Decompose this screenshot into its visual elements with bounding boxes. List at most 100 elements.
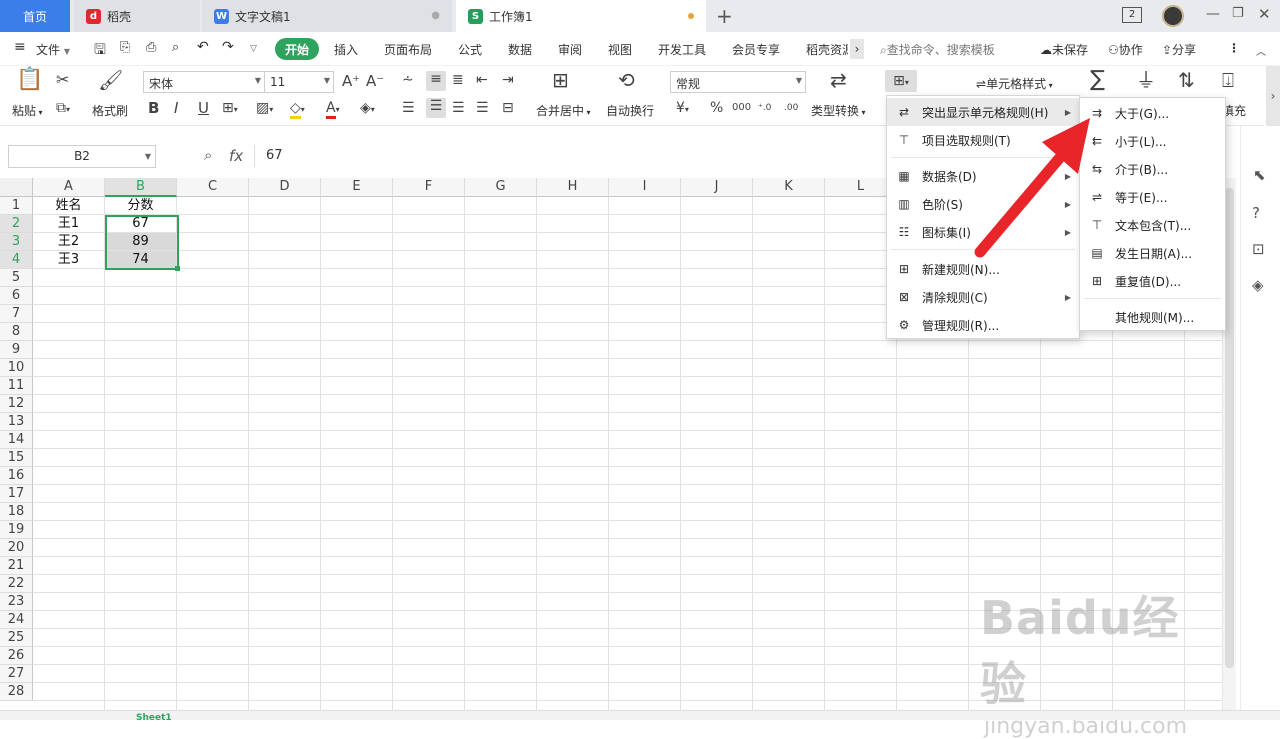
paste-icon[interactable]: 📋: [16, 69, 43, 96]
increase-font-icon[interactable]: A⁺: [342, 73, 360, 89]
new-tab-icon[interactable]: +: [716, 4, 733, 28]
font-name-select[interactable]: 宋体 ▼: [143, 71, 265, 93]
col-header-b[interactable]: B: [105, 178, 177, 197]
wrap-text-button[interactable]: 自动换行: [606, 102, 654, 119]
format-painter-button[interactable]: 格式刷: [92, 102, 128, 119]
row-header-20[interactable]: 20: [0, 539, 33, 557]
cell-a3[interactable]: 王2: [33, 233, 104, 250]
menu-clear-rules[interactable]: ⊠ 清除规则(C) ▶: [887, 283, 1079, 311]
menu-manage-rules[interactable]: ⚙ 管理规则(R)...: [887, 311, 1079, 339]
row-header-25[interactable]: 25: [0, 629, 33, 647]
row-header-26[interactable]: 26: [0, 647, 33, 665]
cut-icon[interactable]: ✂: [56, 72, 69, 88]
align-middle-icon[interactable]: ≡: [426, 71, 446, 91]
row-header-2[interactable]: 2: [0, 215, 33, 233]
menu-developer[interactable]: 开发工具: [658, 41, 706, 58]
italic-icon[interactable]: I: [174, 100, 178, 116]
bold-icon[interactable]: B: [148, 100, 159, 116]
underline-icon[interactable]: U: [198, 100, 209, 116]
row-header-5[interactable]: 5: [0, 269, 33, 287]
fx-button[interactable]: fx: [229, 147, 243, 165]
row-header-27[interactable]: 27: [0, 665, 33, 683]
row-header-21[interactable]: 21: [0, 557, 33, 575]
type-convert-button[interactable]: 类型转换 ▾: [811, 102, 866, 119]
percent-icon[interactable]: %: [710, 100, 723, 116]
collapse-ribbon-icon[interactable]: ︿: [1256, 43, 1266, 58]
merge-center-icon[interactable]: ⊞: [552, 70, 569, 90]
select-all-corner[interactable]: [0, 178, 33, 197]
minimize-icon[interactable]: —: [1206, 6, 1220, 22]
print-icon[interactable]: ⎙: [146, 40, 156, 55]
row-header-13[interactable]: 13: [0, 413, 33, 431]
decrease-decimal-icon[interactable]: .00: [784, 100, 798, 116]
row-header-8[interactable]: 8: [0, 323, 33, 341]
menu-formula[interactable]: 公式: [458, 41, 482, 58]
align-top-icon[interactable]: ⩪: [402, 72, 414, 88]
close-icon[interactable]: ✕: [1258, 5, 1271, 23]
col-header-c[interactable]: C: [177, 178, 249, 197]
print-preview-icon[interactable]: ⌕: [172, 40, 179, 55]
menu-start[interactable]: 开始: [275, 38, 319, 60]
row-header-23[interactable]: 23: [0, 593, 33, 611]
format-painter-icon[interactable]: 🖌: [98, 70, 123, 90]
conditional-format-button[interactable]: ⊞▾: [885, 70, 917, 92]
redo-icon[interactable]: ↷: [222, 39, 234, 55]
type-convert-icon[interactable]: ⇄: [830, 70, 847, 90]
undo-icon[interactable]: ↶: [197, 39, 209, 55]
fill-color-icon[interactable]: ◇▾: [290, 100, 305, 119]
tab-document[interactable]: W 文字文稿1 ●: [202, 0, 452, 32]
sum-icon[interactable]: ∑: [1090, 69, 1105, 91]
thousands-icon[interactable]: 000: [732, 100, 751, 116]
col-header-h[interactable]: H: [537, 178, 609, 197]
align-bottom-icon[interactable]: ≣: [452, 72, 464, 88]
save-icon[interactable]: 🖫: [94, 39, 106, 63]
col-header-e[interactable]: E: [321, 178, 393, 197]
sort-icon[interactable]: ⇅: [1178, 70, 1195, 90]
increase-indent-icon[interactable]: ⇥: [502, 72, 514, 88]
row-header-3[interactable]: 3: [0, 233, 33, 251]
fill-pattern-icon[interactable]: ▨▾: [256, 100, 273, 118]
cell-a4[interactable]: 王3: [33, 251, 104, 268]
fill-handle[interactable]: [175, 266, 180, 271]
ribbon-scroll-right-icon[interactable]: ›: [1266, 66, 1280, 126]
file-menu[interactable]: 文件 ▼: [36, 41, 70, 58]
merge-center-button[interactable]: 合并居中 ▾: [536, 102, 591, 119]
zoom-icon[interactable]: ⌕: [204, 146, 212, 164]
formula-input[interactable]: 67: [266, 148, 283, 163]
row-header-14[interactable]: 14: [0, 431, 33, 449]
row-header-11[interactable]: 11: [0, 377, 33, 395]
tab-home[interactable]: 首页: [0, 0, 70, 32]
menu-page-layout[interactable]: 页面布局: [384, 41, 432, 58]
page-count-badge[interactable]: 2: [1122, 7, 1142, 23]
justify-icon[interactable]: ☰: [476, 100, 489, 116]
quick-access-dropdown-icon[interactable]: ▽: [250, 44, 257, 54]
menu-insert[interactable]: 插入: [334, 41, 358, 58]
cursor-select-icon[interactable]: ⬉: [1253, 166, 1266, 184]
copy-icon[interactable]: ⧉▾: [56, 100, 70, 118]
tab-daoke[interactable]: d 稻壳: [74, 0, 200, 32]
row-header-9[interactable]: 9: [0, 341, 33, 359]
row-header-18[interactable]: 18: [0, 503, 33, 521]
menu-view[interactable]: 视图: [608, 41, 632, 58]
row-header-4[interactable]: 4: [0, 251, 33, 269]
hamburger-icon[interactable]: ≡: [14, 39, 26, 55]
menu-member[interactable]: 会员专享: [732, 41, 780, 58]
row-header-22[interactable]: 22: [0, 575, 33, 593]
row-header-19[interactable]: 19: [0, 521, 33, 539]
align-left-icon[interactable]: ☰: [402, 100, 415, 116]
menu-other-rules[interactable]: 其他规则(M)...: [1080, 303, 1225, 331]
unsaved-button[interactable]: ☁未保存: [1040, 41, 1088, 58]
menu-review[interactable]: 审阅: [558, 41, 582, 58]
name-box[interactable]: B2 ▼: [8, 145, 156, 168]
menu-data[interactable]: 数据: [508, 41, 532, 58]
filter-icon[interactable]: ⏚: [1136, 70, 1156, 90]
menu-daoke-resources[interactable]: 稻壳资源: [806, 41, 848, 58]
tab-dot-icon[interactable]: ●: [431, 10, 440, 21]
row-header-17[interactable]: 17: [0, 485, 33, 503]
restore-icon[interactable]: ❐: [1232, 6, 1244, 21]
row-header-10[interactable]: 10: [0, 359, 33, 377]
decrease-indent-icon[interactable]: ⇤: [476, 72, 488, 88]
clear-format-icon[interactable]: ◈▾: [360, 100, 375, 118]
menu-duplicate-values[interactable]: ⊞ 重复值(D)...: [1080, 267, 1225, 295]
font-color-icon[interactable]: A▾: [326, 100, 340, 119]
